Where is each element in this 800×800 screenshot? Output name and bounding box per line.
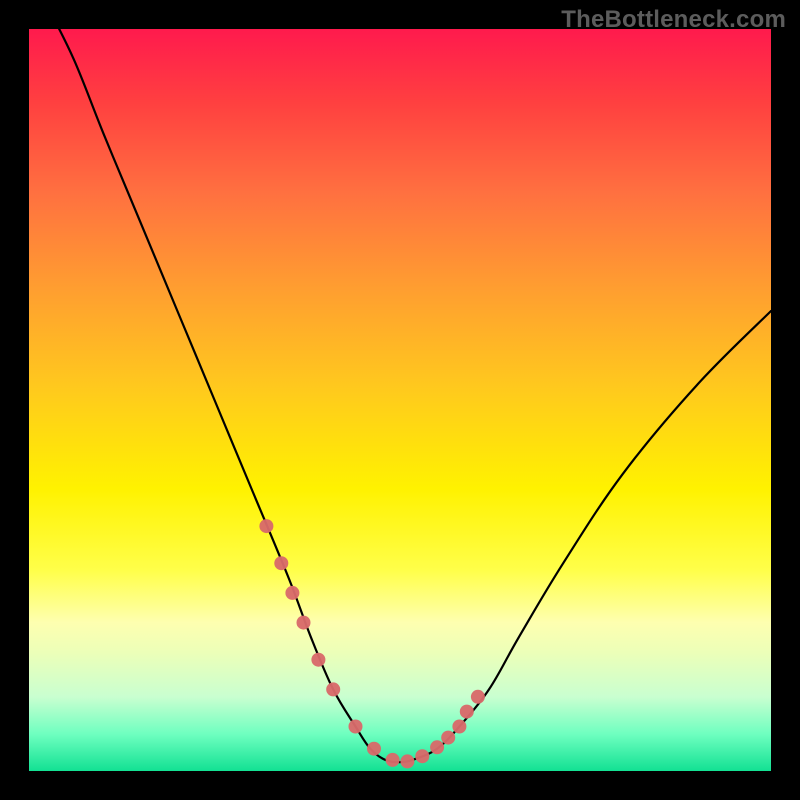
curve-marker xyxy=(452,720,466,734)
curve-marker xyxy=(441,731,455,745)
curve-marker xyxy=(400,754,414,768)
curve-marker xyxy=(430,740,444,754)
curve-marker xyxy=(471,690,485,704)
marker-group xyxy=(259,519,485,768)
curve-marker xyxy=(386,753,400,767)
curve-marker xyxy=(349,720,363,734)
curve-marker xyxy=(415,749,429,763)
curve-marker xyxy=(460,705,474,719)
curve-marker xyxy=(311,653,325,667)
chart-svg xyxy=(29,29,771,771)
bottleneck-curve xyxy=(44,29,771,762)
curve-marker xyxy=(274,556,288,570)
curve-marker xyxy=(297,616,311,630)
plot-area xyxy=(29,29,771,771)
curve-marker xyxy=(367,742,381,756)
chart-frame: TheBottleneck.com xyxy=(0,0,800,800)
curve-marker xyxy=(326,682,340,696)
curve-marker xyxy=(285,586,299,600)
curve-marker xyxy=(259,519,273,533)
